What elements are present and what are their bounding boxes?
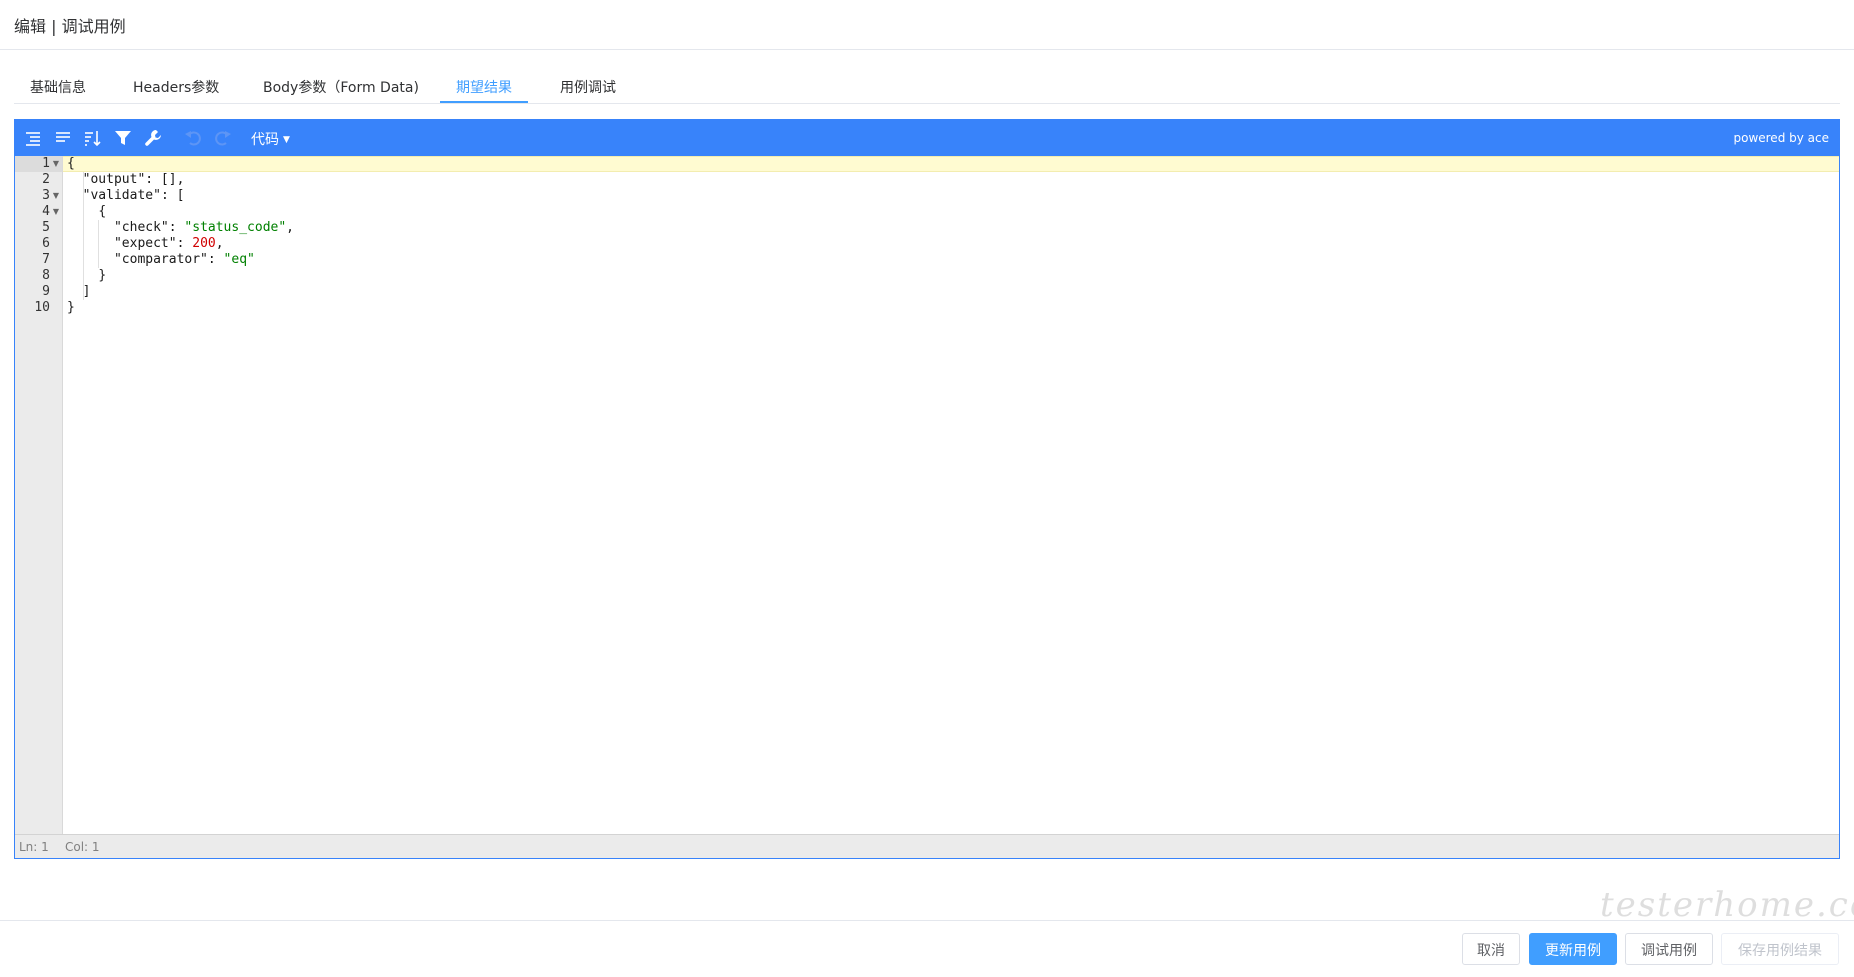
debug-case-button[interactable]: 调试用例 <box>1625 933 1713 965</box>
active-tab-indicator <box>440 101 528 103</box>
mode-label: 代码 <box>251 132 279 148</box>
update-case-button[interactable]: 更新用例 <box>1529 933 1617 965</box>
repair-icon[interactable] <box>143 128 163 148</box>
line-number: 1 <box>42 156 50 171</box>
code-line-10: } <box>67 300 75 315</box>
editor-toolbar: 代码 ▼ powered by ace <box>15 120 1839 156</box>
code-line-3: "validate": [ <box>82 188 185 203</box>
cursor-line: Ln: 1 <box>19 840 49 854</box>
tab-body[interactable]: Body参数（Form Data) <box>263 77 419 97</box>
code-line-5: "check": "status_code", <box>113 220 294 235</box>
dialog-header: 编辑 | 调试用例 <box>0 0 1854 50</box>
watermark-logo: testerhome.com <box>1600 885 1854 925</box>
save-result-button[interactable]: 保存用例结果 <box>1721 933 1839 965</box>
line-number: 9 <box>42 284 50 299</box>
line-number: 10 <box>34 300 50 315</box>
tab-bar: 基础信息 Headers参数 Body参数（Form Data) 期望结果 用例… <box>14 70 1840 104</box>
line-number: 6 <box>42 236 50 251</box>
code-line-8: } <box>98 268 107 283</box>
editor-statusbar: Ln: 1 Col: 1 <box>15 834 1839 858</box>
filter-icon[interactable] <box>113 128 133 148</box>
format-icon[interactable] <box>23 128 43 148</box>
code-line-4: { <box>98 204 107 219</box>
code-line-1: { <box>67 156 75 171</box>
line-number: 7 <box>42 252 50 267</box>
sort-icon[interactable] <box>83 128 103 148</box>
code-line-9: ] <box>82 284 91 299</box>
cancel-button[interactable]: 取消 <box>1462 933 1520 965</box>
code-area[interactable]: { "output": [], "validate": [ { "check":… <box>63 156 1839 835</box>
tab-expected-result[interactable]: 期望结果 <box>456 77 512 97</box>
code-line-2: "output": [], <box>82 172 185 187</box>
cursor-column: Col: 1 <box>65 840 100 854</box>
tab-headers[interactable]: Headers参数 <box>133 77 219 97</box>
tab-case-debug[interactable]: 用例调试 <box>560 77 616 97</box>
fold-icon[interactable]: ▼ <box>53 156 59 172</box>
line-number: 3 <box>42 188 50 203</box>
chevron-down-icon: ▼ <box>283 135 290 145</box>
fold-icon[interactable]: ▼ <box>53 188 59 204</box>
compact-icon[interactable] <box>53 128 73 148</box>
line-number: 2 <box>42 172 50 187</box>
active-line-highlight <box>63 156 1839 172</box>
line-number: 8 <box>42 268 50 283</box>
line-number: 5 <box>42 220 50 235</box>
fold-icon[interactable]: ▼ <box>53 204 59 220</box>
code-line-6: "expect": 200, <box>113 236 224 251</box>
page-title: 编辑 | 调试用例 <box>14 17 126 36</box>
line-number-gutter: 1 ▼ 2 3 ▼ 4 ▼ 5 6 7 8 9 10 <box>15 156 63 835</box>
tab-basic-info[interactable]: 基础信息 <box>30 77 86 97</box>
code-line-7: "comparator": "eq" <box>113 252 255 267</box>
mode-dropdown[interactable]: 代码 ▼ <box>251 129 290 149</box>
undo-icon[interactable] <box>183 128 203 148</box>
powered-by-label: powered by ace <box>1733 131 1829 145</box>
line-number: 4 <box>42 204 50 219</box>
footer-divider <box>0 920 1854 921</box>
json-editor: 代码 ▼ powered by ace 1 ▼ 2 3 ▼ 4 ▼ 5 6 7 8… <box>14 119 1840 859</box>
redo-icon[interactable] <box>213 128 233 148</box>
